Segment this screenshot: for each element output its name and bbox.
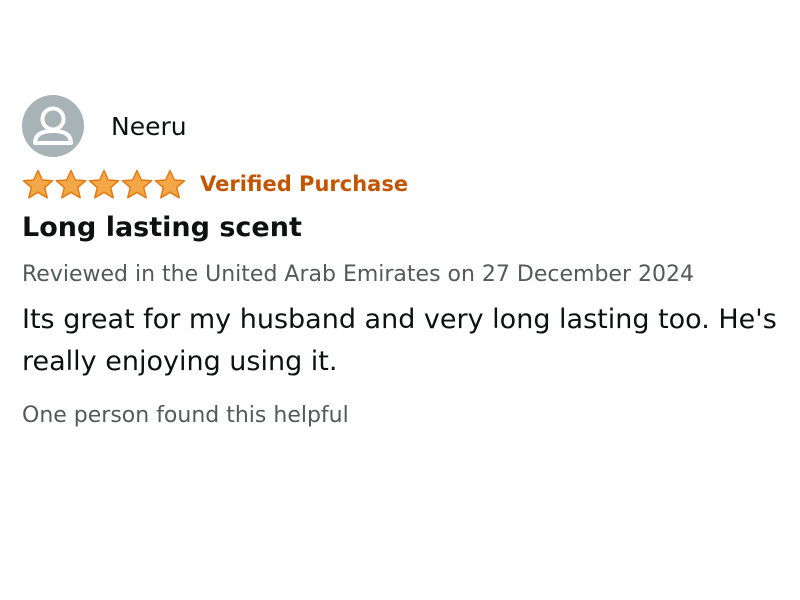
rating-row: Verified Purchase [22,168,792,200]
helpful-count: One person found this helpful [22,403,349,428]
reviewer-profile[interactable]: Neeru [22,94,792,158]
star-icon [55,169,87,200]
customer-review: Neeru Verified Purchase Long lasting sce… [22,94,792,431]
star-icon [121,169,153,200]
star-icon [22,169,54,200]
star-icon [154,169,186,200]
review-body-text: Its great for my husband and very long l… [22,304,777,377]
reviewer-name[interactable]: Neeru [111,114,187,139]
default-user-avatar-icon[interactable] [22,95,84,157]
star-rating[interactable] [22,169,186,200]
verified-purchase-badge: Verified Purchase [200,172,409,196]
review-date-location: Reviewed in the United Arab Emirates on … [22,262,694,287]
review-title[interactable]: Long lasting scent [22,211,792,245]
star-icon [88,169,120,200]
